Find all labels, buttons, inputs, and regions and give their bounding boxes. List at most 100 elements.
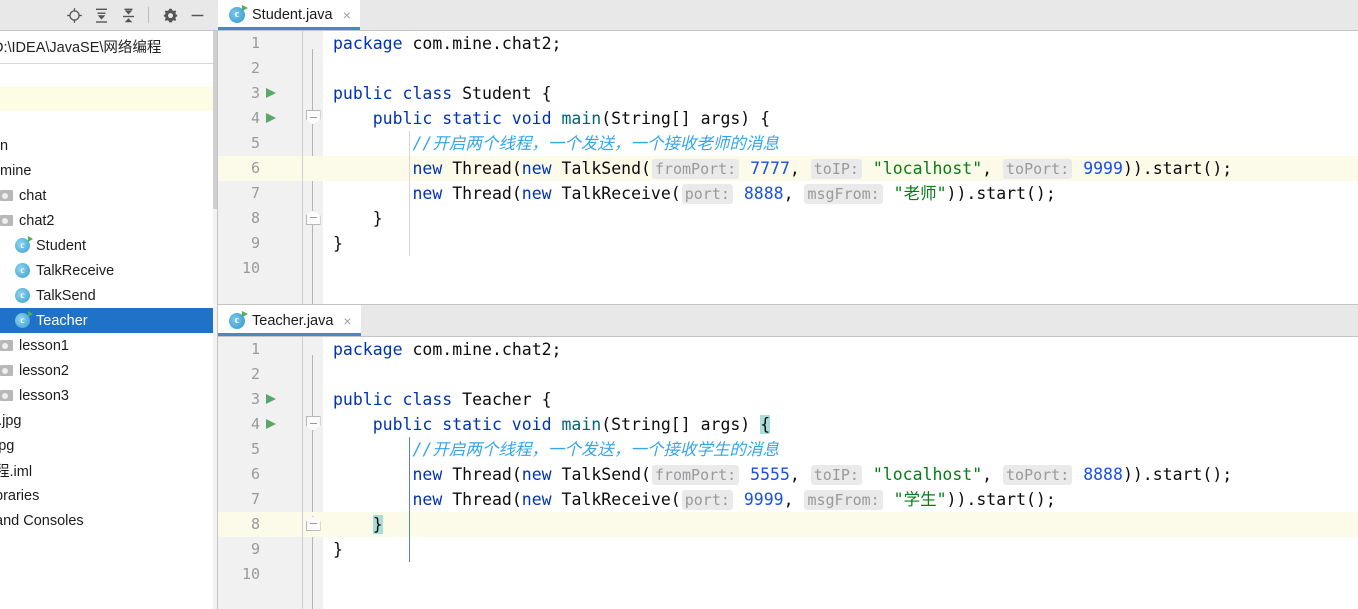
code-line[interactable]: new Thread(new TalkReceive(port: 9999, m… <box>323 487 1358 512</box>
sidebar-item-label: mine <box>0 162 32 179</box>
line-number-label: 4 <box>250 415 260 433</box>
line-number[interactable]: 7 <box>218 181 302 206</box>
run-gutter-icon[interactable] <box>266 88 276 98</box>
line-number[interactable]: 5 <box>218 437 302 462</box>
run-gutter-icon[interactable] <box>266 113 276 123</box>
run-gutter-icon[interactable] <box>266 419 276 429</box>
line-number[interactable]: 3 <box>218 387 302 412</box>
line-number[interactable]: 1 <box>218 31 302 56</box>
code-line[interactable] <box>323 362 1358 387</box>
code-line[interactable]: //开启两个线程，一个发送，一个接收学生的消息 <box>323 437 1358 462</box>
code-line[interactable]: } <box>323 512 1358 537</box>
code-token: 7777 <box>750 159 790 178</box>
line-number[interactable]: 2 <box>218 362 302 387</box>
line-number[interactable]: 7 <box>218 487 302 512</box>
sidebar-item-label: Teacher <box>36 312 88 329</box>
code-line[interactable] <box>323 562 1358 587</box>
sidebar-item-talksend[interactable]: c TalkSend <box>0 283 217 308</box>
code-line[interactable]: package com.mine.chat2; <box>323 31 1358 56</box>
line-number-gutter[interactable]: 1 2 3 4 5 6 7 8 9 10 <box>218 31 303 304</box>
line-number[interactable]: 1 <box>218 337 302 362</box>
line-number[interactable]: 3 <box>218 81 302 106</box>
locate-icon[interactable] <box>63 4 85 26</box>
line-number[interactable]: 9 <box>218 231 302 256</box>
line-number[interactable]: 8 <box>218 206 302 231</box>
code-token: { <box>541 390 552 409</box>
sidebar-item-lesson3[interactable]: lesson3 <box>0 383 217 408</box>
java-class-run-icon: c <box>229 4 248 23</box>
code-line[interactable] <box>323 256 1358 281</box>
hide-icon[interactable] <box>186 4 208 26</box>
line-number[interactable]: 8 <box>218 512 302 537</box>
line-number-label: 1 <box>250 340 260 358</box>
close-icon[interactable]: × <box>343 8 351 22</box>
sidebar-item-chat[interactable]: chat <box>0 183 217 208</box>
code-line[interactable]: new Thread(new TalkSend(fromPort: 7777, … <box>323 156 1358 181</box>
sidebar-item-lesson1[interactable]: lesson1 <box>0 333 217 358</box>
gear-icon[interactable] <box>159 4 181 26</box>
sidebar-scrollbar[interactable] <box>213 31 217 609</box>
list-item[interactable]: n <box>0 133 217 158</box>
run-gutter-icon[interactable] <box>266 394 276 404</box>
code-line[interactable]: public static void main(String[] args) { <box>323 412 1358 437</box>
code-area[interactable]: 1 2 3 4 5 6 7 8 9 10 package com.mine.chat2; publ… <box>218 31 1358 304</box>
code-token: "localhost" <box>872 465 983 484</box>
list-item[interactable]: braries <box>0 483 217 508</box>
code-token: new <box>412 184 453 203</box>
line-number-label: 6 <box>250 159 260 177</box>
list-item[interactable]: jpg <box>0 433 217 458</box>
line-number[interactable]: 5 <box>218 131 302 156</box>
code-text[interactable]: package com.mine.chat2; public class Tea… <box>323 337 1358 609</box>
code-token: Thread( <box>452 490 522 509</box>
code-line[interactable]: } <box>323 537 1358 562</box>
line-number[interactable]: 10 <box>218 256 302 281</box>
code-line[interactable]: public static void main(String[] args) { <box>323 106 1358 131</box>
editor-teacher-java[interactable]: c Teacher.java × 1 2 3 4 5 6 7 8 9 10 pa… <box>218 305 1358 609</box>
line-number[interactable]: 4 <box>218 106 302 131</box>
code-line[interactable]: new Thread(new TalkSend(fromPort: 5555, … <box>323 462 1358 487</box>
code-token: main <box>561 109 602 128</box>
line-number[interactable]: 2 <box>218 56 302 81</box>
sidebar-item-chat2[interactable]: chat2 <box>0 208 217 233</box>
code-line[interactable]: package com.mine.chat2; <box>323 337 1358 362</box>
list-item[interactable]: 程.iml <box>0 458 217 483</box>
code-line[interactable]: } <box>323 206 1358 231</box>
line-number[interactable]: 9 <box>218 537 302 562</box>
code-line[interactable]: public class Student { <box>323 81 1358 106</box>
code-line[interactable]: } <box>323 231 1358 256</box>
line-number[interactable]: 6 <box>218 156 302 181</box>
sidebar-item-label: 程.iml <box>0 464 33 480</box>
line-number[interactable]: 10 <box>218 562 302 587</box>
line-number-gutter[interactable]: 1 2 3 4 5 6 7 8 9 10 <box>218 337 303 609</box>
sidebar-item-student[interactable]: c Student <box>0 233 217 258</box>
list-item[interactable]: mine <box>0 158 217 183</box>
collapse-all-icon[interactable] <box>117 4 139 26</box>
expand-all-icon[interactable] <box>90 4 112 26</box>
sidebar-item-lesson2[interactable]: lesson2 <box>0 358 217 383</box>
sidebar-item-label: and Consoles <box>0 512 84 529</box>
code-line[interactable]: //开启两个线程，一个发送，一个接收老师的消息 <box>323 131 1358 156</box>
code-line[interactable] <box>323 56 1358 81</box>
close-icon[interactable]: × <box>343 314 351 328</box>
line-number[interactable]: 6 <box>218 462 302 487</box>
fold-gutter[interactable] <box>303 337 323 609</box>
code-area[interactable]: 1 2 3 4 5 6 7 8 9 10 package com.mine.chat2; publ… <box>218 337 1358 609</box>
code-line[interactable]: new Thread(new TalkReceive(port: 8888, m… <box>323 181 1358 206</box>
top-strip: c Student.java × <box>0 0 1358 31</box>
tab-student-java[interactable]: c Student.java × <box>218 0 360 30</box>
sidebar-item-teacher[interactable]: c Teacher <box>0 308 217 333</box>
code-line[interactable]: public class Teacher { <box>323 387 1358 412</box>
list-item[interactable]: and Consoles <box>0 508 217 533</box>
tab-teacher-java[interactable]: c Teacher.java × <box>218 305 361 336</box>
code-text[interactable]: package com.mine.chat2; public class Stu… <box>323 31 1358 304</box>
editor-student-java[interactable]: 1 2 3 4 5 6 7 8 9 10 package com.mine.chat2; publ… <box>218 31 1358 304</box>
sidebar-item-talkreceive[interactable]: c TalkReceive <box>0 258 217 283</box>
fold-gutter[interactable] <box>303 31 323 304</box>
list-item[interactable]: e.jpg <box>0 408 217 433</box>
line-number[interactable]: 4 <box>218 412 302 437</box>
project-sidebar[interactable]: D:\IDEA\JavaSE\网络编程 n mine chat chat2 c … <box>0 31 218 609</box>
